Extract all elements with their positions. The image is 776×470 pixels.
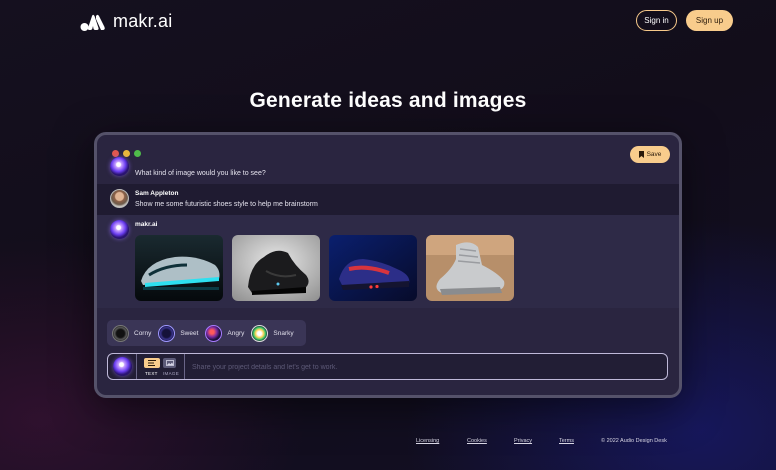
shoe-image bbox=[426, 235, 514, 301]
image-mode-button[interactable] bbox=[163, 358, 176, 368]
chat-message: What kind of image would you like to see… bbox=[97, 157, 679, 184]
mood-option-sweet[interactable]: Sweet bbox=[158, 324, 199, 342]
angry-mood-icon bbox=[205, 324, 223, 342]
footer-link-privacy[interactable]: Privacy bbox=[514, 438, 532, 444]
text-mode-label: TEXT bbox=[145, 371, 158, 376]
snarky-mood-icon bbox=[251, 324, 269, 342]
mood-label: Snarky bbox=[273, 329, 294, 337]
mood-label: Corny bbox=[134, 329, 152, 337]
divider bbox=[136, 354, 137, 379]
mood-selector: Corny Sweet Angry Snarky bbox=[107, 320, 306, 346]
window-close-dot bbox=[112, 150, 119, 157]
shoe-image bbox=[232, 235, 320, 301]
window-controls bbox=[112, 150, 141, 157]
message-author: makr.ai bbox=[135, 221, 158, 228]
mood-option-corny[interactable]: Corny bbox=[112, 324, 152, 342]
chat-thread: What kind of image would you like to see… bbox=[97, 157, 679, 308]
generated-image[interactable] bbox=[329, 235, 417, 301]
footer-link-licensing[interactable]: Licensing bbox=[416, 438, 439, 444]
makr-logo-icon bbox=[80, 14, 105, 31]
sign-up-button[interactable]: Sign up bbox=[686, 10, 733, 31]
message-text: Show me some futuristic shoes style to h… bbox=[135, 201, 318, 208]
mood-option-snarky[interactable]: Snarky bbox=[251, 324, 294, 342]
window-maximize-dot bbox=[134, 150, 141, 157]
sign-in-button[interactable]: Sign in bbox=[636, 10, 677, 31]
brand-logo[interactable]: makr.ai bbox=[80, 11, 172, 32]
prompt-input[interactable] bbox=[192, 360, 652, 374]
bookmark-icon bbox=[638, 151, 644, 158]
message-text: What kind of image would you like to see… bbox=[135, 170, 266, 177]
save-button[interactable]: Save bbox=[630, 146, 670, 163]
divider bbox=[184, 354, 185, 379]
message-author: Sam Appleton bbox=[135, 190, 179, 197]
footer-link-terms[interactable]: Terms bbox=[559, 438, 574, 444]
makr-avatar bbox=[110, 220, 129, 239]
brand-name: makr.ai bbox=[113, 11, 173, 31]
shoe-image bbox=[329, 235, 417, 301]
generated-image[interactable] bbox=[426, 235, 514, 301]
window-minimize-dot bbox=[123, 150, 130, 157]
shoe-image bbox=[135, 235, 223, 301]
image-mode-label: IMAGE bbox=[163, 371, 180, 376]
image-icon bbox=[165, 360, 174, 366]
footer-link-cookies[interactable]: Cookies bbox=[467, 438, 487, 444]
generated-image[interactable] bbox=[135, 235, 223, 301]
mood-label: Sweet bbox=[180, 329, 199, 337]
sweet-mood-icon bbox=[158, 324, 176, 342]
text-lines-icon bbox=[148, 360, 156, 366]
mood-option-angry[interactable]: Angry bbox=[205, 324, 245, 342]
page-title: Generate ideas and images bbox=[249, 89, 527, 112]
copyright: © 2022 Audio Design Desk bbox=[601, 438, 667, 444]
chat-message: Sam Appleton Show me some futuristic sho… bbox=[97, 184, 679, 215]
chat-message: makr.ai bbox=[97, 215, 679, 308]
generated-images bbox=[135, 235, 514, 301]
top-bar: makr.ai Sign in Sign up bbox=[0, 0, 776, 44]
makr-avatar bbox=[113, 357, 132, 376]
prompt-composer: TEXT IMAGE bbox=[107, 353, 668, 380]
app-window: Save What kind of image would you like t… bbox=[94, 132, 682, 398]
mood-label: Angry bbox=[227, 329, 245, 337]
user-avatar bbox=[110, 189, 129, 208]
corny-mood-icon bbox=[112, 324, 129, 342]
footer: Licensing Cookies Privacy Terms © 2022 A… bbox=[0, 438, 776, 450]
text-mode-button[interactable] bbox=[144, 358, 160, 368]
save-label: Save bbox=[646, 151, 662, 158]
makr-avatar bbox=[110, 157, 129, 176]
generated-image[interactable] bbox=[232, 235, 320, 301]
